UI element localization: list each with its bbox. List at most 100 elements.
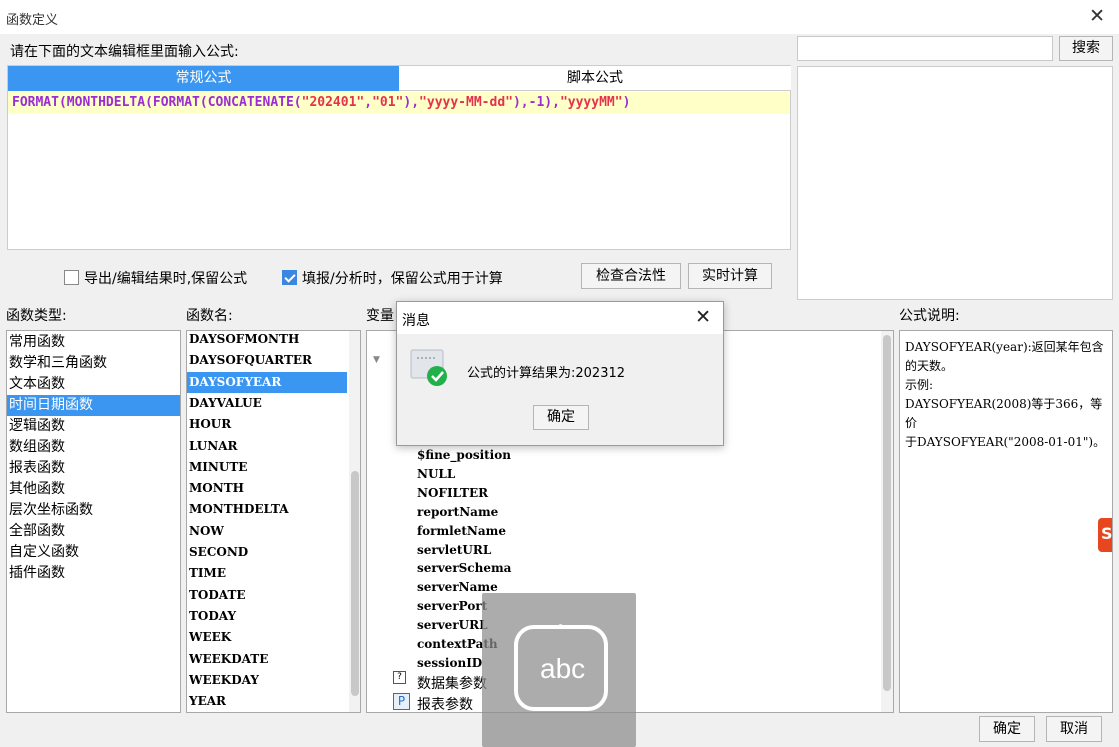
- function-type-item[interactable]: 数组函数: [7, 437, 180, 458]
- function-name-item[interactable]: DAYSOFQUARTER: [187, 350, 347, 371]
- dataset-param-icon: ?: [393, 671, 406, 684]
- function-name-label: 函数名:: [186, 308, 233, 324]
- search-results-panel: [797, 66, 1113, 300]
- function-type-item[interactable]: 数学和三角函数: [7, 353, 180, 374]
- formula-token: FORMAT: [152, 95, 200, 110]
- formula-token: "yyyy-MM-dd": [419, 95, 513, 110]
- tab-script-formula[interactable]: 脚本公式: [399, 66, 791, 91]
- window-titlebar: 函数定义 ✕: [0, 0, 1119, 34]
- function-name-item[interactable]: HOUR: [187, 414, 347, 435]
- window-close-icon[interactable]: ✕: [1089, 5, 1105, 27]
- function-name-item[interactable]: SECOND: [187, 542, 347, 563]
- function-name-item[interactable]: TODAY: [187, 606, 347, 627]
- formula-token: (: [145, 95, 153, 110]
- formula-text[interactable]: FORMAT(MONTHDELTA(FORMAT(CONCATENATE("20…: [12, 95, 630, 110]
- function-name-item[interactable]: TODATE: [187, 585, 347, 606]
- window-title: 函数定义: [6, 13, 59, 28]
- dialog-close-icon[interactable]: ✕: [695, 306, 711, 328]
- function-type-item[interactable]: 报表函数: [7, 458, 180, 479]
- function-name-item[interactable]: TIME: [187, 563, 347, 584]
- function-type-list[interactable]: 常用函数 数学和三角函数 文本函数 时间日期函数 逻辑函数 数组函数 报表函数 其他函数 层次坐…: [6, 330, 181, 713]
- tab-regular-formula[interactable]: 常规公式: [8, 66, 399, 91]
- tree-expand-icon[interactable]: ▼: [373, 355, 380, 365]
- dialog-title: 消息: [402, 313, 430, 329]
- function-name-item[interactable]: DAYVALUE: [187, 393, 347, 414]
- formula-token: "yyyyMM": [559, 95, 623, 110]
- formula-token: "01": [372, 95, 404, 110]
- formula-token: ),-1),: [512, 95, 560, 110]
- function-type-label: 函数类型:: [6, 308, 67, 324]
- sogou-ime-icon[interactable]: S: [1098, 518, 1113, 552]
- function-type-item[interactable]: 常用函数: [7, 332, 180, 353]
- variable-item[interactable]: $fine_position: [417, 448, 511, 462]
- variable-item[interactable]: serverSchema: [417, 561, 511, 575]
- function-name-scroll-thumb[interactable]: [351, 471, 359, 696]
- function-type-item[interactable]: 文本函数: [7, 374, 180, 395]
- function-name-item[interactable]: MONTHDELTA: [187, 499, 347, 520]
- report-param-icon: P: [393, 693, 410, 710]
- search-button[interactable]: 搜索: [1059, 36, 1113, 61]
- formula-description-panel: DAYSOFYEAR(year):返回某年包含的天数。 示例: DAYSOFYE…: [899, 330, 1113, 713]
- function-type-item[interactable]: 层次坐标函数: [7, 500, 180, 521]
- success-check-icon: [410, 349, 447, 386]
- function-type-item[interactable]: 自定义函数: [7, 542, 180, 563]
- formula-description-label: 公式说明:: [899, 308, 960, 324]
- formula-token: CONCATENATE: [207, 95, 294, 110]
- variable-item[interactable]: serverPort: [417, 599, 487, 613]
- dialog-message: 公式的计算结果为:202312: [467, 366, 626, 381]
- ime-keyboard-overlay[interactable]: ^ abc: [482, 593, 636, 747]
- formula-description-text: DAYSOFYEAR(year):返回某年包含的天数。 示例: DAYSOFYE…: [905, 340, 1106, 449]
- cancel-button[interactable]: 取消: [1046, 716, 1102, 742]
- function-type-item[interactable]: 时间日期函数: [7, 395, 180, 416]
- variable-item[interactable]: serverURL: [417, 618, 488, 632]
- check-validity-button[interactable]: 检查合法性: [581, 263, 681, 289]
- ok-button[interactable]: 确定: [979, 716, 1035, 742]
- function-name-item[interactable]: WEEK: [187, 627, 347, 648]
- variables-scroll-thumb[interactable]: [883, 335, 891, 691]
- search-input[interactable]: [797, 36, 1053, 61]
- function-name-item[interactable]: MINUTE: [187, 457, 347, 478]
- ime-caret-icon: ^: [553, 621, 569, 642]
- variable-item[interactable]: sessionID: [417, 656, 482, 670]
- formula-token: ,: [364, 95, 373, 110]
- variable-item[interactable]: formletName: [417, 524, 506, 538]
- formula-editor[interactable]: 常规公式 脚本公式 FORMAT(MONTHDELTA(FORMAT(CONCA…: [7, 65, 791, 250]
- variable-group-dataset[interactable]: 数据集参数: [417, 673, 487, 693]
- function-type-item[interactable]: 插件函数: [7, 563, 180, 584]
- message-dialog: 消息 ✕ 公式的计算结果为:202312 确定: [396, 301, 724, 446]
- sogou-ime-glyph: S: [1101, 524, 1113, 543]
- realtime-calc-button[interactable]: 实时计算: [688, 263, 772, 289]
- function-name-item[interactable]: WEEKDATE: [187, 649, 347, 670]
- formula-token: (: [293, 95, 302, 110]
- function-name-item[interactable]: DAYSOFMONTH: [187, 331, 347, 350]
- variable-group-report[interactable]: 报表参数: [417, 694, 473, 712]
- formula-token: ),: [403, 95, 420, 110]
- formula-token: "202401": [301, 95, 365, 110]
- function-type-item[interactable]: 逻辑函数: [7, 416, 180, 437]
- variable-item[interactable]: NOFILTER: [417, 486, 488, 500]
- ime-text: abc: [540, 653, 586, 684]
- dialog-titlebar: 消息 ✕: [397, 302, 723, 334]
- dialog-ok-button[interactable]: 确定: [533, 405, 589, 430]
- keep-formula-fill-checkbox[interactable]: [282, 270, 297, 285]
- function-name-item[interactable]: MONTH: [187, 478, 347, 499]
- function-name-item[interactable]: YEAR: [187, 691, 347, 712]
- function-name-item[interactable]: WEEKDAY: [187, 670, 347, 691]
- function-name-list[interactable]: DAYSOFMONTH DAYSOFQUARTER DAYSOFYEAR DAYVAL…: [186, 330, 361, 713]
- variables-scrollbar[interactable]: [881, 331, 893, 712]
- function-name-item[interactable]: DAYSOFYEAR: [187, 371, 347, 393]
- function-name-scrollbar[interactable]: [349, 331, 360, 712]
- variable-item[interactable]: reportName: [417, 505, 498, 519]
- variable-item[interactable]: NULL: [417, 467, 455, 481]
- formula-token: (: [58, 95, 67, 110]
- function-name-item[interactable]: LUNAR: [187, 436, 347, 457]
- keep-formula-export-checkbox[interactable]: [64, 270, 79, 285]
- function-type-item[interactable]: 其他函数: [7, 479, 180, 500]
- variable-item[interactable]: servletURL: [417, 543, 491, 557]
- formula-token: ): [622, 95, 631, 110]
- function-name-item[interactable]: NOW: [187, 521, 347, 542]
- keep-formula-fill-label: 填报/分析时，保留公式用于计算: [302, 271, 503, 287]
- formula-token: (: [199, 95, 208, 110]
- function-type-item[interactable]: 全部函数: [7, 521, 180, 542]
- keep-formula-export-label: 导出/编辑结果时,保留公式: [84, 271, 248, 287]
